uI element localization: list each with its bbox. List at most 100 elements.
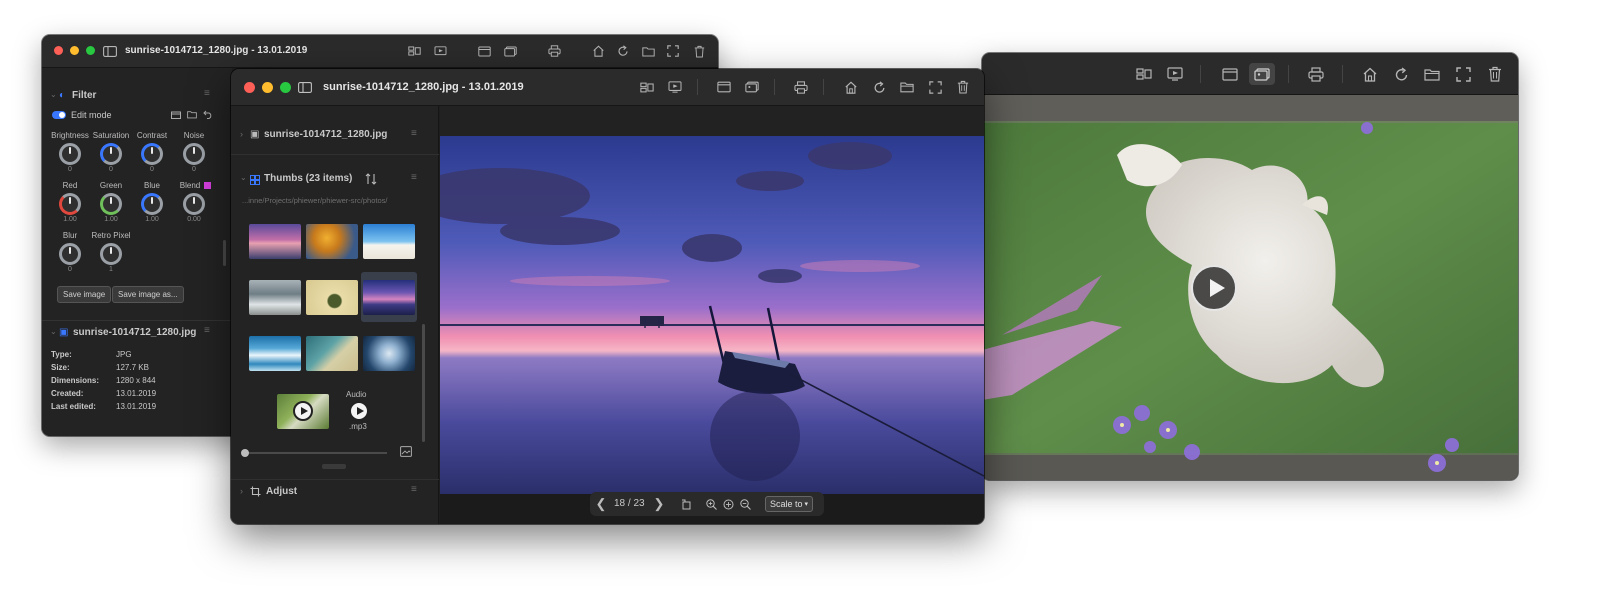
thumbnail-image[interactable] xyxy=(363,280,415,315)
minimize-button[interactable] xyxy=(262,82,273,93)
thumbnail-cell[interactable] xyxy=(304,216,360,266)
save-preset-icon[interactable] xyxy=(170,108,182,120)
thumbs-header[interactable]: Thumbs (23 items) xyxy=(264,173,352,184)
thumb-size-slider[interactable] xyxy=(241,449,387,457)
thumbnail-image[interactable] xyxy=(249,224,301,259)
gallery-icon[interactable] xyxy=(743,79,761,95)
drag-handle-icon[interactable]: ≡ xyxy=(204,88,210,99)
audio-thumbnail-cell[interactable]: Audio .mp3 xyxy=(332,384,388,434)
print-icon[interactable] xyxy=(1306,65,1326,83)
blue-knob[interactable] xyxy=(141,193,163,215)
open-preset-icon[interactable] xyxy=(186,108,198,120)
refresh-icon[interactable] xyxy=(870,79,888,95)
video-play-button[interactable] xyxy=(1191,265,1237,311)
zoom-fit-icon[interactable] xyxy=(721,497,735,511)
folder-icon[interactable] xyxy=(1422,65,1442,83)
expand-chevron-icon[interactable]: › xyxy=(240,486,243,496)
thumbnail-cell-selected[interactable] xyxy=(361,272,417,322)
save-image-button[interactable]: Save image xyxy=(57,286,112,303)
thumbnail-image[interactable] xyxy=(306,336,358,371)
thumbnail-image[interactable] xyxy=(249,280,301,315)
gallery-icon[interactable] xyxy=(502,44,518,58)
zoom-button[interactable] xyxy=(280,82,291,93)
thumbs-view-icon[interactable] xyxy=(1134,65,1154,83)
brightness-knob[interactable] xyxy=(59,143,81,165)
slideshow-icon[interactable] xyxy=(1165,65,1185,83)
collapse-chevron-icon[interactable]: ⌄ xyxy=(50,90,57,99)
folder-icon[interactable] xyxy=(640,44,656,58)
gallery-icon[interactable] xyxy=(1249,63,1275,85)
slider-handle[interactable] xyxy=(241,449,249,457)
image-canvas[interactable]: ❮ 18 / 23 ❯ Scale to ▾ xyxy=(440,106,984,524)
minimize-button[interactable] xyxy=(70,46,79,55)
home-icon[interactable] xyxy=(590,44,606,58)
close-button[interactable] xyxy=(54,46,63,55)
thumbnail-cell[interactable] xyxy=(361,216,417,266)
play-icon[interactable] xyxy=(293,401,313,421)
sidebar-toggle-icon[interactable] xyxy=(102,44,118,58)
blend-color-swatch[interactable] xyxy=(204,182,211,189)
undo-icon[interactable] xyxy=(202,108,214,120)
thumbnail-image[interactable] xyxy=(363,224,415,259)
contrast-knob[interactable] xyxy=(141,143,163,165)
previous-image-icon[interactable]: ❮ xyxy=(594,496,608,512)
noise-knob[interactable] xyxy=(183,143,205,165)
slideshow-icon[interactable] xyxy=(432,44,448,58)
save-image-as-button[interactable]: Save image as... xyxy=(112,286,184,303)
green-knob[interactable] xyxy=(100,193,122,215)
rotate-icon[interactable] xyxy=(679,497,693,511)
close-button[interactable] xyxy=(244,82,255,93)
zoom-in-icon[interactable] xyxy=(704,497,718,511)
video-thumbnail-cell[interactable] xyxy=(275,384,331,434)
thumbnail-cell[interactable] xyxy=(247,328,303,378)
saturation-knob[interactable] xyxy=(100,143,122,165)
drag-handle-icon[interactable]: ≡ xyxy=(411,172,417,183)
print-icon[interactable] xyxy=(792,79,810,95)
scale-select[interactable]: Scale to ▾ xyxy=(765,496,814,512)
fullscreen-icon[interactable] xyxy=(1453,65,1473,83)
window-icon[interactable] xyxy=(476,44,492,58)
refresh-icon[interactable] xyxy=(1391,65,1411,83)
sidebar-scrollbar[interactable] xyxy=(422,324,425,442)
next-image-icon[interactable]: ❯ xyxy=(652,496,666,512)
retro-pixel-knob[interactable] xyxy=(100,243,122,265)
drag-handle-icon[interactable]: ≡ xyxy=(204,325,210,336)
zoom-button[interactable] xyxy=(86,46,95,55)
trash-icon[interactable] xyxy=(954,79,972,95)
thumbnail-cell[interactable] xyxy=(304,328,360,378)
red-knob[interactable] xyxy=(59,193,81,215)
blend-knob[interactable] xyxy=(183,193,205,215)
thumbnail-image[interactable] xyxy=(249,336,301,371)
play-icon[interactable] xyxy=(349,401,369,421)
back-window-scrollbar[interactable] xyxy=(223,240,226,266)
thumbs-view-icon[interactable] xyxy=(638,79,656,95)
thumbnail-image[interactable] xyxy=(306,280,358,315)
expand-chevron-icon[interactable]: › xyxy=(240,129,243,139)
window-icon[interactable] xyxy=(1220,65,1240,83)
collapse-chevron-icon[interactable]: ⌄ xyxy=(240,173,247,182)
large-thumb-icon[interactable] xyxy=(399,445,412,458)
drag-handle-icon[interactable]: ≡ xyxy=(411,484,417,495)
edit-mode-toggle[interactable] xyxy=(52,111,66,119)
home-icon[interactable] xyxy=(842,79,860,95)
refresh-icon[interactable] xyxy=(615,44,631,58)
trash-icon[interactable] xyxy=(1485,65,1505,83)
thumbnail-cell[interactable] xyxy=(247,272,303,322)
file-section-header[interactable]: sunrise-1014712_1280.jpg xyxy=(264,129,387,140)
trash-icon[interactable] xyxy=(691,44,707,58)
folder-icon[interactable] xyxy=(898,79,916,95)
drag-handle-icon[interactable]: ≡ xyxy=(411,128,417,139)
collapse-chevron-icon[interactable]: ⌄ xyxy=(50,327,57,336)
fullscreen-icon[interactable] xyxy=(926,79,944,95)
print-icon[interactable] xyxy=(546,44,562,58)
sidebar-toggle-icon[interactable] xyxy=(297,80,313,94)
home-icon[interactable] xyxy=(1360,65,1380,83)
adjust-header[interactable]: Adjust xyxy=(266,486,297,497)
resize-handle[interactable] xyxy=(322,464,346,469)
window-icon[interactable] xyxy=(715,79,733,95)
fullscreen-icon[interactable] xyxy=(665,44,681,58)
thumbnail-image[interactable] xyxy=(363,336,415,371)
video-player[interactable] xyxy=(982,95,1518,480)
sort-icon[interactable] xyxy=(364,172,378,186)
thumbnail-image[interactable] xyxy=(306,224,358,259)
